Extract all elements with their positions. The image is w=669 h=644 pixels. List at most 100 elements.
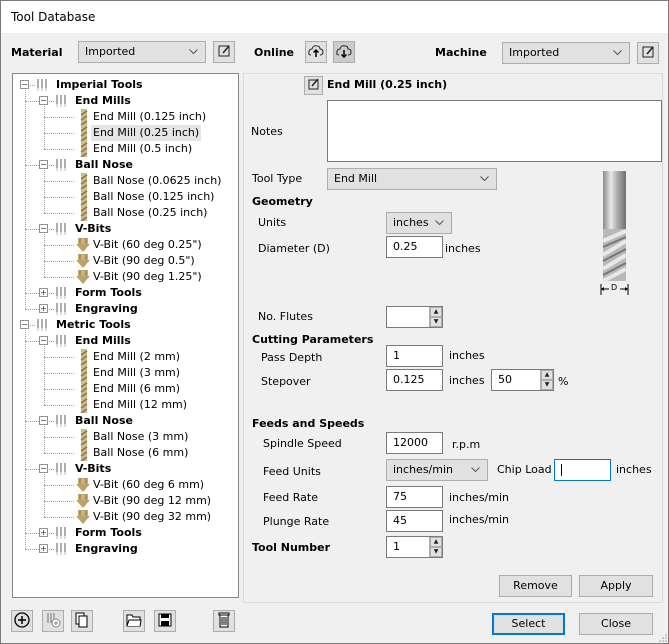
- feed-rate-input[interactable]: 75: [386, 486, 443, 508]
- tree-category[interactable]: Engraving: [73, 301, 140, 317]
- pass-depth-input[interactable]: 1: [386, 345, 443, 367]
- tool-number-input[interactable]: 1 ▲ ▼: [386, 536, 443, 558]
- chevron-down-icon: [189, 42, 198, 55]
- tree-group[interactable]: Imperial Tools: [54, 77, 145, 93]
- tree-category-label: Form Tools: [75, 526, 142, 539]
- open-database-button[interactable]: [123, 610, 145, 632]
- expand-toggle-icon[interactable]: +: [39, 544, 48, 553]
- tree-category[interactable]: Ball Nose: [73, 413, 135, 429]
- tool-type-select[interactable]: End Mill: [327, 168, 497, 190]
- spin-down-icon[interactable]: ▼: [541, 380, 553, 390]
- tree-category[interactable]: Form Tools: [73, 525, 144, 541]
- tree-item[interactable]: End Mill (0.125 inch): [91, 109, 208, 125]
- stepover-input[interactable]: 0.125: [386, 369, 443, 391]
- plunge-rate-input[interactable]: 45: [386, 510, 443, 532]
- tool-group-icon: [36, 78, 50, 95]
- tree-category[interactable]: V-Bits: [73, 461, 113, 477]
- tree-category[interactable]: Ball Nose: [73, 157, 135, 173]
- tree-item[interactable]: End Mill (0.5 inch): [91, 141, 194, 157]
- tree-item-label: End Mill (0.125 inch): [93, 110, 207, 123]
- spindle-speed-input[interactable]: 12000: [386, 432, 443, 454]
- select-button[interactable]: Select: [492, 613, 565, 635]
- tree-connector: [25, 469, 39, 470]
- tool-name-heading: End Mill (0.25 inch): [327, 78, 448, 91]
- tree-item[interactable]: End Mill (12 mm): [91, 397, 189, 413]
- expand-toggle-icon[interactable]: −: [39, 464, 48, 473]
- feed-units-select[interactable]: inches/min: [386, 459, 488, 481]
- tree-item[interactable]: V-Bit (90 deg 0.5"): [91, 253, 197, 269]
- tree-category[interactable]: V-Bits: [73, 221, 113, 237]
- units-select[interactable]: inches: [386, 212, 452, 234]
- spindle-speed-label: Spindle Speed: [263, 437, 342, 450]
- tree-connector: [44, 357, 74, 358]
- tree-connector: [44, 277, 74, 278]
- tree-item[interactable]: End Mill (2 mm): [91, 349, 182, 365]
- apply-button[interactable]: Apply: [579, 575, 653, 597]
- expand-toggle-icon[interactable]: +: [39, 528, 48, 537]
- text-cursor: [561, 464, 562, 476]
- tree-item[interactable]: Ball Nose (0.0625 inch): [91, 173, 223, 189]
- expand-toggle-icon[interactable]: −: [20, 80, 29, 89]
- edit-machine-button[interactable]: [637, 42, 659, 64]
- tree-item[interactable]: End Mill (0.25 inch): [91, 125, 202, 141]
- machine-label: Machine: [435, 46, 487, 59]
- expand-toggle-icon[interactable]: −: [39, 416, 48, 425]
- expand-toggle-icon[interactable]: +: [39, 288, 48, 297]
- add-group-button[interactable]: [42, 610, 64, 632]
- tree-connector: [44, 213, 74, 214]
- tree-item[interactable]: V-Bit (60 deg 0.25"): [91, 237, 204, 253]
- tool-category-icon: [55, 414, 69, 431]
- add-tool-button[interactable]: [11, 610, 33, 632]
- download-online-button[interactable]: [333, 41, 355, 63]
- edit-tool-name-button[interactable]: [304, 76, 323, 95]
- tree-item[interactable]: Ball Nose (0.25 inch): [91, 205, 209, 221]
- diameter-input[interactable]: 0.25: [386, 236, 443, 258]
- tree-item[interactable]: V-Bit (60 deg 6 mm): [91, 477, 206, 493]
- expand-toggle-icon[interactable]: −: [20, 320, 29, 329]
- flutes-input[interactable]: ▲ ▼: [386, 306, 443, 328]
- tree-item[interactable]: V-Bit (90 deg 1.25"): [91, 269, 204, 285]
- material-select[interactable]: Imported: [78, 41, 206, 63]
- tree-item[interactable]: End Mill (3 mm): [91, 365, 182, 381]
- close-button[interactable]: Close: [579, 613, 653, 635]
- tree-item[interactable]: V-Bit (90 deg 12 mm): [91, 493, 213, 509]
- flutes-spinner[interactable]: ▲ ▼: [429, 307, 442, 327]
- tree-group[interactable]: Metric Tools: [54, 317, 133, 333]
- tree-category[interactable]: Form Tools: [73, 285, 144, 301]
- chip-load-unit: inches: [616, 463, 652, 476]
- edit-material-button[interactable]: [213, 41, 235, 63]
- copy-tool-button[interactable]: [71, 610, 93, 632]
- upload-online-button[interactable]: [305, 41, 327, 63]
- resize-grip-icon[interactable]: [658, 633, 668, 643]
- add-group-icon: [45, 612, 61, 631]
- tree-category[interactable]: End Mills: [73, 333, 133, 349]
- tool-number-spinner[interactable]: ▲ ▼: [429, 537, 442, 557]
- save-database-button[interactable]: [154, 610, 176, 632]
- tree-category[interactable]: Engraving: [73, 541, 140, 557]
- tree-category-label: End Mills: [75, 94, 131, 107]
- chip-load-input[interactable]: [554, 459, 611, 481]
- tool-tree[interactable]: − Imperial Tools − End Mills End Mill (0.125…: [12, 73, 239, 598]
- tree-item-label: End Mill (2 mm): [93, 350, 181, 363]
- stepover-percent-input[interactable]: 50 ▲ ▼: [491, 369, 554, 391]
- expand-toggle-icon[interactable]: +: [39, 304, 48, 313]
- spin-down-icon[interactable]: ▼: [430, 317, 442, 327]
- tree-item[interactable]: V-Bit (90 deg 32 mm): [91, 509, 213, 525]
- spin-down-icon[interactable]: ▼: [430, 547, 442, 557]
- notes-textarea[interactable]: [327, 100, 662, 162]
- tree-item[interactable]: End Mill (6 mm): [91, 381, 182, 397]
- tree-category-label: Engraving: [75, 542, 138, 555]
- expand-toggle-icon[interactable]: −: [39, 160, 48, 169]
- machine-select[interactable]: Imported: [502, 42, 630, 64]
- expand-toggle-icon[interactable]: −: [39, 224, 48, 233]
- remove-button[interactable]: Remove: [499, 575, 572, 597]
- trash-icon: [218, 612, 230, 631]
- tree-item[interactable]: Ball Nose (3 mm): [91, 429, 190, 445]
- tree-category[interactable]: End Mills: [73, 93, 133, 109]
- expand-toggle-icon[interactable]: −: [39, 336, 48, 345]
- stepover-percent-spinner[interactable]: ▲ ▼: [540, 370, 553, 390]
- tree-item[interactable]: Ball Nose (0.125 inch): [91, 189, 216, 205]
- expand-toggle-icon[interactable]: −: [39, 96, 48, 105]
- tree-item[interactable]: Ball Nose (6 mm): [91, 445, 190, 461]
- delete-tool-button[interactable]: [213, 610, 235, 632]
